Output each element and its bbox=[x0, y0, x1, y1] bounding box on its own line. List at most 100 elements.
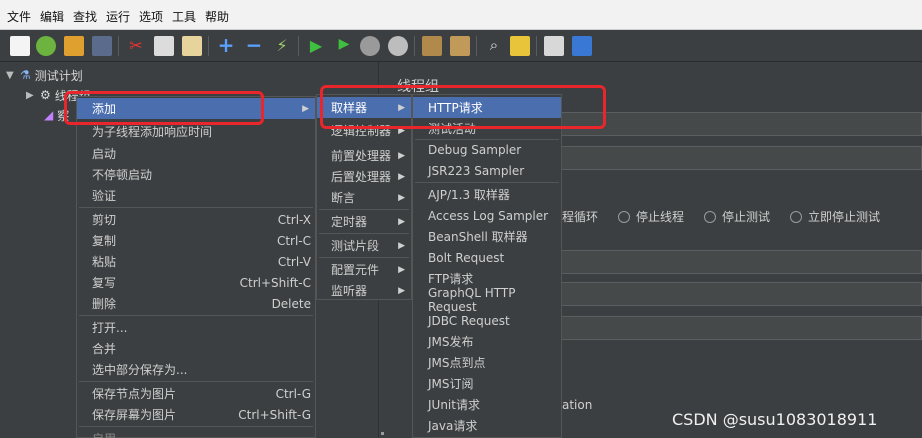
menu-tools[interactable]: 工具 bbox=[172, 8, 196, 25]
toolbar-separator bbox=[118, 36, 119, 56]
sampler-graphql[interactable]: GraphQL HTTP Request bbox=[413, 286, 561, 314]
menu-bar: 文件 编辑 查找 运行 选项 工具 帮助 bbox=[0, 0, 922, 30]
collapsed-chevron-icon[interactable]: ▶ bbox=[26, 90, 36, 101]
menu-item-open[interactable]: 打开... bbox=[77, 317, 315, 338]
submenu-item-test-fragment[interactable]: 测试片段 ▶ bbox=[317, 235, 411, 256]
menu-separator bbox=[79, 315, 313, 316]
toggle-icon[interactable]: ⚡ bbox=[272, 36, 292, 56]
save-icon[interactable] bbox=[92, 36, 112, 56]
open-icon[interactable] bbox=[64, 36, 84, 56]
menu-separator bbox=[319, 209, 409, 210]
submenu-arrow-icon: ▶ bbox=[398, 192, 405, 203]
toolbar: ✂ + − ⚡ ▶ ▶ ⌕ bbox=[0, 30, 922, 62]
menu-item-paste[interactable]: 粘贴 Ctrl-V bbox=[77, 251, 315, 272]
menu-item-cut[interactable]: 剪切 Ctrl-X bbox=[77, 209, 315, 230]
menu-file[interactable]: 文件 bbox=[7, 8, 31, 25]
menu-item-copy[interactable]: 复制 Ctrl-C bbox=[77, 230, 315, 251]
submenu-item-timer[interactable]: 定时器 ▶ bbox=[317, 211, 411, 232]
submenu-arrow-icon: ▶ bbox=[398, 216, 405, 227]
sampler-debug[interactable]: Debug Sampler bbox=[413, 139, 561, 160]
menu-item-merge[interactable]: 合并 bbox=[77, 338, 315, 359]
stop-test-radio[interactable] bbox=[704, 210, 717, 223]
menu-item-save-selection-as[interactable]: 选中部分保存为... bbox=[77, 359, 315, 380]
clear-icon[interactable] bbox=[422, 36, 442, 56]
menu-separator bbox=[319, 257, 409, 258]
stop-thread-radio[interactable] bbox=[618, 210, 631, 223]
rampup-field[interactable] bbox=[560, 282, 922, 306]
radio-label: 停止线程 bbox=[636, 210, 685, 224]
submenu-item-pre-processors[interactable]: 前置处理器 ▶ bbox=[317, 145, 411, 166]
radio-label: 立即停止测试 bbox=[808, 210, 881, 224]
help-icon[interactable] bbox=[572, 36, 592, 56]
threads-field[interactable] bbox=[560, 250, 922, 274]
shutdown-icon[interactable] bbox=[388, 36, 408, 56]
sampler-java[interactable]: Java请求 bbox=[413, 415, 561, 436]
submenu-item-assertions[interactable]: 断言 ▶ bbox=[317, 187, 411, 208]
submenu-arrow-icon: ▶ bbox=[398, 150, 405, 161]
menu-item-delete[interactable]: 删除 Delete bbox=[77, 293, 315, 314]
submenu-arrow-icon: ▶ bbox=[302, 103, 309, 114]
toolbar-separator bbox=[298, 36, 299, 56]
expand-icon[interactable]: + bbox=[216, 35, 236, 56]
sampler-error-action: 程循环 停止线程 停止测试 立即停止测试 bbox=[562, 208, 880, 225]
menu-separator bbox=[319, 233, 409, 234]
sampler-junit[interactable]: JUnit请求 bbox=[413, 394, 561, 415]
sampler-access-log[interactable]: Access Log Sampler bbox=[413, 205, 561, 226]
menu-find[interactable]: 查找 bbox=[73, 8, 97, 25]
menu-item-start-no-pause[interactable]: 不停顿启动 bbox=[77, 164, 315, 185]
sampler-bolt[interactable]: Bolt Request bbox=[413, 247, 561, 268]
start-icon[interactable]: ▶ bbox=[306, 36, 326, 56]
menu-item-save-node-image[interactable]: 保存节点为图片 Ctrl-G bbox=[77, 383, 315, 404]
submenu-item-listener[interactable]: 监听器 ▶ bbox=[317, 280, 411, 301]
tree-node-test-plan[interactable]: ▼ ⚗ 测试计划 bbox=[6, 66, 83, 84]
sampler-ajp[interactable]: AJP/1.3 取样器 bbox=[413, 184, 561, 205]
menu-item-start[interactable]: 启动 bbox=[77, 143, 315, 164]
toolbar-separator bbox=[476, 36, 477, 56]
collapse-icon[interactable]: − bbox=[244, 35, 264, 56]
menu-run[interactable]: 运行 bbox=[106, 8, 130, 25]
name-field[interactable] bbox=[560, 112, 922, 136]
start-no-pause-icon[interactable]: ▶ bbox=[334, 36, 354, 56]
new-icon[interactable] bbox=[10, 36, 30, 56]
submenu-item-post-processors[interactable]: 后置处理器 ▶ bbox=[317, 166, 411, 187]
menu-separator bbox=[415, 182, 559, 183]
templates-icon[interactable] bbox=[36, 36, 56, 56]
listener-icon: ◢ bbox=[44, 108, 54, 122]
search-icon[interactable]: ⌕ bbox=[484, 36, 504, 56]
toolbar-separator bbox=[414, 36, 415, 56]
menu-item-enable[interactable]: 启用 bbox=[77, 428, 315, 438]
sampler-jdbc[interactable]: JDBC Request bbox=[413, 310, 561, 331]
sampler-jms-publisher[interactable]: JMS发布 bbox=[413, 331, 561, 352]
expanded-chevron-icon[interactable]: ▼ bbox=[6, 70, 16, 81]
menu-item-duplicate[interactable]: 复写 Ctrl+Shift-C bbox=[77, 272, 315, 293]
sampler-jms-point-to-point[interactable]: JMS点到点 bbox=[413, 352, 561, 373]
loop-count-field[interactable] bbox=[560, 316, 922, 340]
submenu-item-config-element[interactable]: 配置元件 ▶ bbox=[317, 259, 411, 280]
stop-icon[interactable] bbox=[360, 36, 380, 56]
copy-icon[interactable] bbox=[154, 36, 174, 56]
tree-node-label: 测试计划 bbox=[34, 68, 83, 83]
sampler-jsr223[interactable]: JSR223 Sampler bbox=[413, 160, 561, 181]
menu-separator bbox=[79, 381, 313, 382]
function-helper-icon[interactable] bbox=[544, 36, 564, 56]
cut-icon[interactable]: ✂ bbox=[126, 36, 146, 56]
menu-item-validate[interactable]: 验证 bbox=[77, 185, 315, 206]
reset-search-icon[interactable] bbox=[510, 36, 530, 56]
annotation-box-http-request bbox=[320, 85, 606, 129]
clear-all-icon[interactable] bbox=[450, 36, 470, 56]
menu-help[interactable]: 帮助 bbox=[205, 8, 229, 25]
stop-test-now-radio[interactable] bbox=[790, 210, 803, 223]
menu-separator bbox=[79, 207, 313, 208]
submenu-arrow-icon: ▶ bbox=[398, 285, 405, 296]
menu-options[interactable]: 选项 bbox=[139, 8, 163, 25]
paste-icon[interactable] bbox=[182, 36, 202, 56]
menu-item-save-screen-image[interactable]: 保存屏幕为图片 Ctrl+Shift-G bbox=[77, 404, 315, 425]
partial-label: ation bbox=[562, 398, 593, 412]
splitter-handle[interactable] bbox=[381, 432, 384, 435]
comments-field[interactable] bbox=[560, 146, 922, 170]
toolbar-separator bbox=[208, 36, 209, 56]
submenu-arrow-icon: ▶ bbox=[398, 264, 405, 275]
sampler-beanshell[interactable]: BeanShell 取样器 bbox=[413, 226, 561, 247]
sampler-jms-subscriber[interactable]: JMS订阅 bbox=[413, 373, 561, 394]
menu-edit[interactable]: 编辑 bbox=[40, 8, 64, 25]
